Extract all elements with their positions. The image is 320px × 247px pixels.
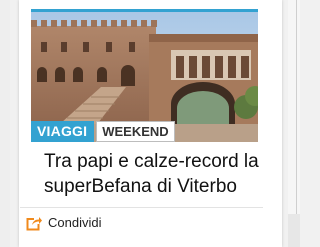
category-tag[interactable]: VIAGGI <box>31 121 95 142</box>
share-label: Condividi <box>48 215 102 230</box>
page-background-left <box>0 0 10 247</box>
card-divider <box>20 207 263 208</box>
adjacent-card-footer <box>288 214 300 247</box>
tag-group: VIAGGI WEEKEND <box>31 121 175 142</box>
share-button[interactable]: Condividi <box>26 214 101 232</box>
adjacent-card-edge <box>288 0 300 247</box>
article-title[interactable]: Tra papi e calze-record la superBefana d… <box>44 149 259 199</box>
article-card[interactable]: VIAGGI WEEKEND Tra papi e calze-record l… <box>19 0 282 247</box>
adjacent-card-border <box>296 0 297 247</box>
share-arrow-icon <box>26 215 42 231</box>
subcategory-tag[interactable]: WEEKEND <box>96 121 175 142</box>
